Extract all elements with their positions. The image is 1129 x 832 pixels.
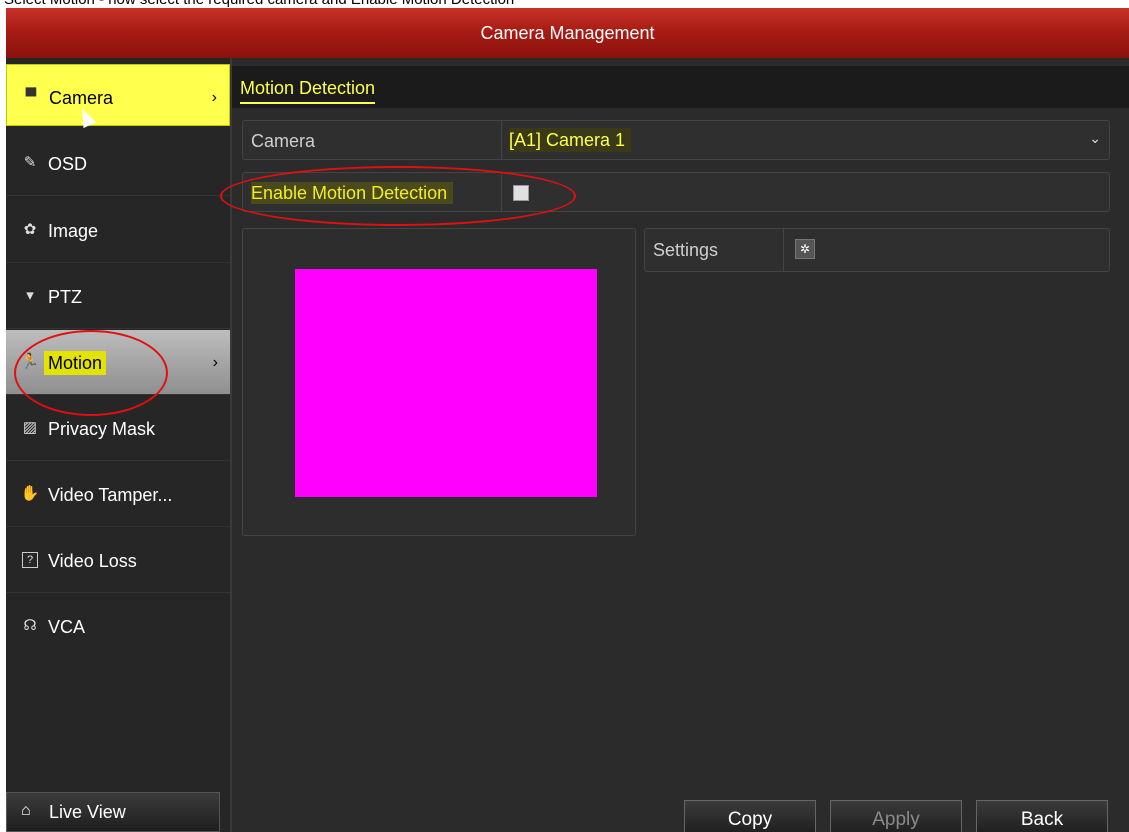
- chevron-right-icon: ›: [212, 354, 218, 371]
- vca-icon: ☊: [23, 617, 37, 634]
- camera-icon: ▀: [25, 88, 37, 105]
- copy-button[interactable]: Copy: [684, 800, 816, 832]
- back-button[interactable]: Back: [976, 800, 1108, 832]
- tab-motion-detection[interactable]: Motion Detection: [240, 76, 376, 104]
- sidebar-item-label: Camera: [49, 88, 114, 108]
- apply-button[interactable]: Apply: [830, 800, 962, 832]
- gear-icon[interactable]: ✲: [795, 239, 815, 259]
- sidebar-item-label: Motion: [44, 351, 107, 375]
- home-icon: ⌂: [21, 802, 31, 819]
- camera-label: Camera: [251, 131, 316, 151]
- sidebar-item-label: OSD: [48, 154, 88, 174]
- main-panel: Motion Detection Camera [A1] Camera 1 ⌄ …: [232, 58, 1129, 832]
- caption-text: Select Motion - now select the required …: [4, 0, 514, 8]
- tab-strip: Motion Detection: [232, 66, 1129, 108]
- camera-management-window: Camera Management ▀ Camera › ✎ OSD ✿ Ima…: [6, 8, 1129, 832]
- sidebar-item-privacy-mask[interactable]: ▨ Privacy Mask: [6, 396, 230, 461]
- settings-label: Settings: [653, 240, 719, 260]
- sidebar: ▀ Camera › ✎ OSD ✿ Image ▾ PTZ 🏃 Motion …: [6, 58, 232, 832]
- sidebar-item-ptz[interactable]: ▾ PTZ: [6, 264, 230, 329]
- row-divider: [783, 229, 784, 271]
- camera-select-row: Camera [A1] Camera 1 ⌄: [242, 120, 1110, 160]
- chevron-down-icon[interactable]: ⌄: [1089, 130, 1101, 147]
- sidebar-item-video-loss[interactable]: ? Video Loss: [6, 528, 230, 593]
- image-icon: ✿: [23, 221, 37, 238]
- enable-motion-checkbox[interactable]: [513, 185, 529, 201]
- privacy-mask-icon: ▨: [22, 419, 38, 436]
- sidebar-item-video-tamper[interactable]: ✋ Video Tamper...: [6, 462, 230, 527]
- sidebar-item-vca[interactable]: ☊ VCA: [6, 594, 230, 659]
- question-icon: ?: [22, 552, 38, 568]
- sidebar-item-label: VCA: [48, 617, 86, 637]
- settings-row: Settings ✲: [644, 228, 1110, 272]
- sidebar-item-motion[interactable]: 🏃 Motion ›: [6, 330, 230, 395]
- sidebar-item-image[interactable]: ✿ Image: [6, 198, 230, 263]
- row-divider: [501, 173, 502, 211]
- sidebar-item-label: Video Tamper...: [48, 485, 173, 505]
- window-title: Camera Management: [6, 8, 1129, 58]
- sidebar-item-label: Privacy Mask: [48, 419, 156, 439]
- sidebar-item-label: PTZ: [48, 287, 82, 307]
- enable-motion-label: Enable Motion Detection: [251, 182, 454, 204]
- chevron-right-icon: ›: [211, 89, 217, 106]
- live-view-button[interactable]: ⌂ Live View: [6, 792, 220, 832]
- enable-motion-row: Enable Motion Detection: [242, 172, 1110, 212]
- sidebar-item-osd[interactable]: ✎ OSD: [6, 131, 230, 196]
- sidebar-item-label: Video Loss: [48, 551, 137, 571]
- pencil-icon: ✎: [23, 154, 37, 171]
- sidebar-item-label: Image: [48, 221, 99, 241]
- sidebar-item-camera[interactable]: ▀ Camera ›: [6, 64, 230, 126]
- video-preview[interactable]: [295, 269, 597, 497]
- video-preview-panel: [242, 228, 636, 536]
- row-divider: [501, 121, 502, 159]
- live-view-label: Live View: [49, 802, 126, 822]
- motion-icon: 🏃: [20, 353, 40, 370]
- hand-icon: ✋: [20, 485, 40, 502]
- ptz-icon: ▾: [26, 287, 34, 304]
- camera-select[interactable]: [A1] Camera 1: [509, 128, 632, 152]
